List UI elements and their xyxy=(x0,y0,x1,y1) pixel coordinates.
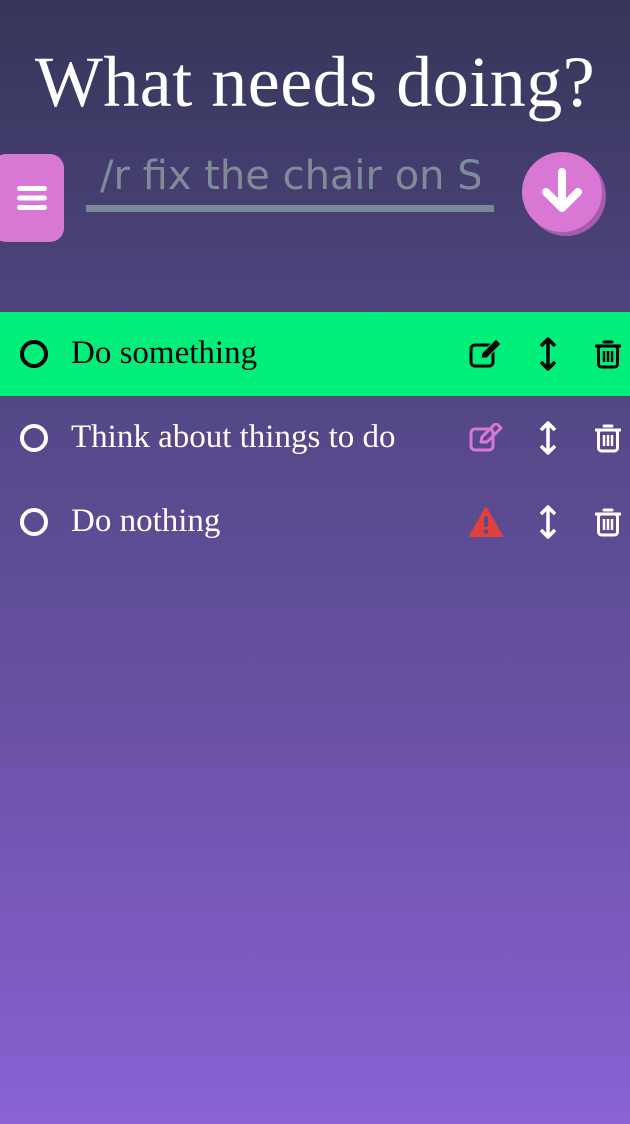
reorder-handle-icon[interactable] xyxy=(530,504,566,540)
trash-icon[interactable] xyxy=(590,420,626,456)
new-task-field-wrapper xyxy=(86,152,494,220)
todo-item: Think about things to do xyxy=(0,396,630,480)
page-title: What needs doing? xyxy=(34,42,596,122)
edit-icon[interactable] xyxy=(468,420,504,456)
complete-toggle[interactable] xyxy=(20,340,48,368)
edit-icon[interactable] xyxy=(468,336,504,372)
menu-button[interactable] xyxy=(0,154,64,242)
todo-text[interactable]: Think about things to do xyxy=(71,414,396,460)
todo-list: Do something Think about things to do Do… xyxy=(0,312,630,564)
todo-item: Do nothing xyxy=(0,480,630,564)
new-task-input[interactable] xyxy=(86,152,494,212)
add-task-button[interactable] xyxy=(522,152,602,232)
trash-icon[interactable] xyxy=(590,504,626,540)
warning-icon[interactable] xyxy=(468,504,504,540)
reorder-handle-icon[interactable] xyxy=(530,336,566,372)
todo-text[interactable]: Do nothing xyxy=(71,498,220,544)
reorder-handle-icon[interactable] xyxy=(530,420,566,456)
trash-icon[interactable] xyxy=(590,336,626,372)
complete-toggle[interactable] xyxy=(20,424,48,452)
hamburger-icon xyxy=(17,186,47,210)
complete-toggle[interactable] xyxy=(20,508,48,536)
todo-text[interactable]: Do something xyxy=(71,330,257,376)
todo-item: Do something xyxy=(0,312,630,396)
arrow-down-icon xyxy=(542,168,582,212)
